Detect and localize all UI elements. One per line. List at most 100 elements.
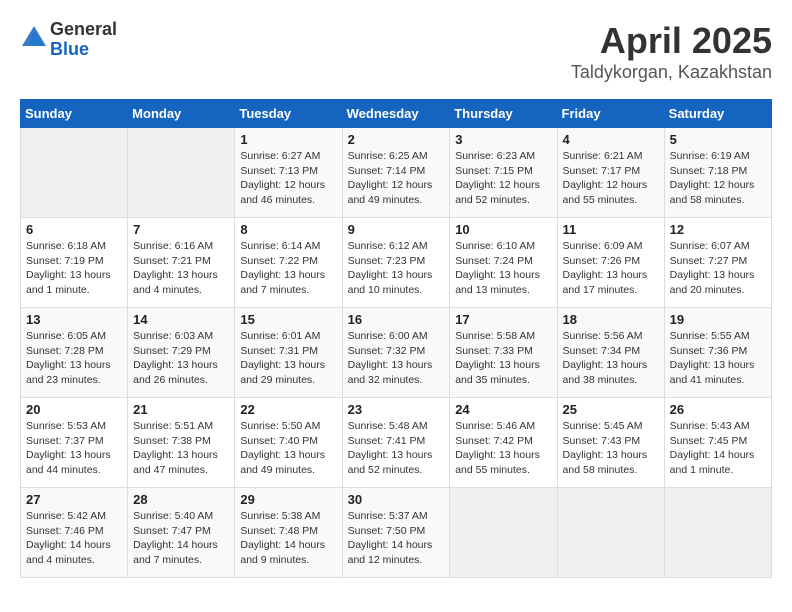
daylight: Daylight: 14 hours and 9 minutes. — [240, 539, 325, 566]
calendar-cell: 14Sunrise: 6:03 AMSunset: 7:29 PMDayligh… — [128, 308, 235, 398]
calendar-cell: 9Sunrise: 6:12 AMSunset: 7:23 PMDaylight… — [342, 218, 450, 308]
calendar-cell — [21, 128, 128, 218]
calendar-cell: 16Sunrise: 6:00 AMSunset: 7:32 PMDayligh… — [342, 308, 450, 398]
sunset: Sunset: 7:29 PM — [133, 345, 211, 357]
day-number: 12 — [670, 222, 766, 237]
day-info: Sunrise: 5:48 AMSunset: 7:41 PMDaylight:… — [348, 419, 445, 478]
logo-text: General Blue — [50, 20, 117, 60]
logo-blue: Blue — [50, 40, 117, 60]
calendar-cell: 17Sunrise: 5:58 AMSunset: 7:33 PMDayligh… — [450, 308, 557, 398]
sunrise: Sunrise: 5:56 AM — [563, 330, 643, 342]
calendar-week-row: 13 Sunrise: 6:05 AMSunset: 7:28 PMDayligh… — [21, 308, 772, 398]
weekday-header: Wednesday — [342, 100, 450, 128]
day-number: 27 — [26, 492, 122, 507]
logo-general: General — [50, 20, 117, 40]
sunset: Sunset: 7:28 PM — [26, 345, 104, 357]
calendar-cell: 27 Sunrise: 5:42 AMSunset: 7:46 PMDayligh… — [21, 488, 128, 578]
day-info: Sunrise: 6:00 AMSunset: 7:32 PMDaylight:… — [348, 329, 445, 388]
day-number: 11 — [563, 222, 659, 237]
weekday-row: SundayMondayTuesdayWednesdayThursdayFrid… — [21, 100, 772, 128]
daylight: Daylight: 12 hours and 58 minutes. — [670, 179, 755, 206]
day-info: Sunrise: 6:09 AMSunset: 7:26 PMDaylight:… — [563, 239, 659, 298]
sunrise: Sunrise: 5:45 AM — [563, 420, 643, 432]
sunrise: Sunrise: 6:18 AM — [26, 240, 106, 252]
daylight: Daylight: 13 hours and 32 minutes. — [348, 359, 433, 386]
calendar-cell: 30Sunrise: 5:37 AMSunset: 7:50 PMDayligh… — [342, 488, 450, 578]
daylight: Daylight: 12 hours and 55 minutes. — [563, 179, 648, 206]
day-info: Sunrise: 6:05 AMSunset: 7:28 PMDaylight:… — [26, 329, 122, 388]
sunrise: Sunrise: 5:58 AM — [455, 330, 535, 342]
day-info: Sunrise: 6:14 AMSunset: 7:22 PMDaylight:… — [240, 239, 336, 298]
sunrise: Sunrise: 5:55 AM — [670, 330, 750, 342]
day-info: Sunrise: 5:37 AMSunset: 7:50 PMDaylight:… — [348, 509, 445, 568]
day-info: Sunrise: 6:10 AMSunset: 7:24 PMDaylight:… — [455, 239, 551, 298]
day-info: Sunrise: 6:03 AMSunset: 7:29 PMDaylight:… — [133, 329, 229, 388]
sunrise: Sunrise: 5:48 AM — [348, 420, 428, 432]
day-info: Sunrise: 5:43 AMSunset: 7:45 PMDaylight:… — [670, 419, 766, 478]
day-info: Sunrise: 6:16 AMSunset: 7:21 PMDaylight:… — [133, 239, 229, 298]
day-info: Sunrise: 6:25 AMSunset: 7:14 PMDaylight:… — [348, 149, 445, 208]
daylight: Daylight: 13 hours and 55 minutes. — [455, 449, 540, 476]
sunset: Sunset: 7:14 PM — [348, 165, 426, 177]
calendar-cell: 12Sunrise: 6:07 AMSunset: 7:27 PMDayligh… — [664, 218, 771, 308]
sunset: Sunset: 7:46 PM — [26, 525, 104, 537]
calendar-cell: 15 Sunrise: 6:01 AMSunset: 7:31 PMDayligh… — [235, 308, 342, 398]
sunrise: Sunrise: 6:12 AM — [348, 240, 428, 252]
calendar-cell — [450, 488, 557, 578]
sunrise: Sunrise: 5:38 AM — [240, 510, 320, 522]
day-number: 26 — [670, 402, 766, 417]
calendar-cell — [557, 488, 664, 578]
day-info: Sunrise: 6:23 AMSunset: 7:15 PMDaylight:… — [455, 149, 551, 208]
day-info: Sunrise: 5:53 AMSunset: 7:37 PMDaylight:… — [26, 419, 122, 478]
sunrise: Sunrise: 6:21 AM — [563, 150, 643, 162]
sunset: Sunset: 7:45 PM — [670, 435, 748, 447]
title-block: April 2025 Taldykorgan, Kazakhstan — [571, 20, 772, 83]
sunset: Sunset: 7:42 PM — [455, 435, 533, 447]
day-info: Sunrise: 5:42 AMSunset: 7:46 PMDaylight:… — [26, 509, 122, 568]
day-number: 24 — [455, 402, 551, 417]
day-number: 9 — [348, 222, 445, 237]
calendar-cell: 2Sunrise: 6:25 AMSunset: 7:14 PMDaylight… — [342, 128, 450, 218]
weekday-header: Monday — [128, 100, 235, 128]
sunset: Sunset: 7:37 PM — [26, 435, 104, 447]
daylight: Daylight: 12 hours and 46 minutes. — [240, 179, 325, 206]
sunrise: Sunrise: 6:03 AM — [133, 330, 213, 342]
sunset: Sunset: 7:24 PM — [455, 255, 533, 267]
page-title: April 2025 — [571, 20, 772, 62]
day-number: 18 — [563, 312, 659, 327]
day-number: 13 — [26, 312, 122, 327]
day-info: Sunrise: 6:21 AMSunset: 7:17 PMDaylight:… — [563, 149, 659, 208]
calendar-week-row: 20Sunrise: 5:53 AMSunset: 7:37 PMDayligh… — [21, 398, 772, 488]
day-number: 10 — [455, 222, 551, 237]
day-info: Sunrise: 5:51 AMSunset: 7:38 PMDaylight:… — [133, 419, 229, 478]
sunrise: Sunrise: 6:07 AM — [670, 240, 750, 252]
sunset: Sunset: 7:19 PM — [26, 255, 104, 267]
calendar-cell: 24Sunrise: 5:46 AMSunset: 7:42 PMDayligh… — [450, 398, 557, 488]
calendar-cell: 11 Sunrise: 6:09 AMSunset: 7:26 PMDayligh… — [557, 218, 664, 308]
weekday-header: Tuesday — [235, 100, 342, 128]
sunset: Sunset: 7:40 PM — [240, 435, 318, 447]
calendar-cell: 25Sunrise: 5:45 AMSunset: 7:43 PMDayligh… — [557, 398, 664, 488]
day-info: Sunrise: 5:58 AMSunset: 7:33 PMDaylight:… — [455, 329, 551, 388]
sunrise: Sunrise: 6:16 AM — [133, 240, 213, 252]
calendar-cell — [664, 488, 771, 578]
sunset: Sunset: 7:33 PM — [455, 345, 533, 357]
daylight: Daylight: 14 hours and 4 minutes. — [26, 539, 111, 566]
calendar-cell: 5Sunrise: 6:19 AMSunset: 7:18 PMDaylight… — [664, 128, 771, 218]
day-info: Sunrise: 5:55 AMSunset: 7:36 PMDaylight:… — [670, 329, 766, 388]
sunrise: Sunrise: 6:23 AM — [455, 150, 535, 162]
sunset: Sunset: 7:15 PM — [455, 165, 533, 177]
day-info: Sunrise: 6:01 AMSunset: 7:31 PMDaylight:… — [240, 329, 336, 388]
page-subtitle: Taldykorgan, Kazakhstan — [571, 62, 772, 83]
day-number: 3 — [455, 132, 551, 147]
sunset: Sunset: 7:48 PM — [240, 525, 318, 537]
sunset: Sunset: 7:32 PM — [348, 345, 426, 357]
daylight: Daylight: 12 hours and 49 minutes. — [348, 179, 433, 206]
calendar-header: SundayMondayTuesdayWednesdayThursdayFrid… — [21, 100, 772, 128]
weekday-header: Friday — [557, 100, 664, 128]
day-number: 7 — [133, 222, 229, 237]
calendar-cell: 21Sunrise: 5:51 AMSunset: 7:38 PMDayligh… — [128, 398, 235, 488]
calendar-table: SundayMondayTuesdayWednesdayThursdayFrid… — [20, 99, 772, 578]
daylight: Daylight: 13 hours and 58 minutes. — [563, 449, 648, 476]
day-number: 15 — [240, 312, 336, 327]
